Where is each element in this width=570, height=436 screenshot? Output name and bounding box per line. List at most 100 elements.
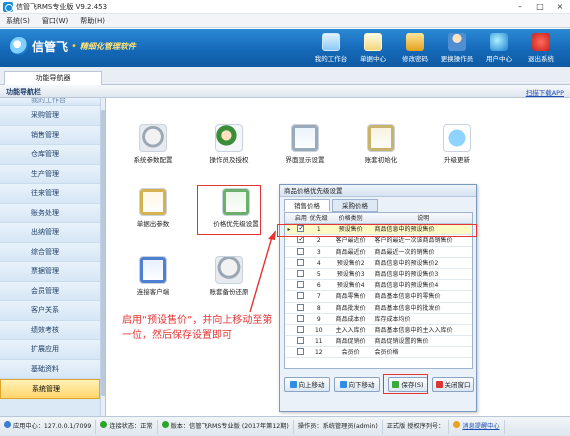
table-row[interactable]: 8 商品批发价 商品基本信息中的批发价: [285, 303, 472, 314]
sidebar-item-extensions[interactable]: 扩展应用: [0, 340, 100, 360]
toolbar-exit-button[interactable]: 退出系统: [520, 32, 562, 63]
status-app-center-text: 应用中心：127.0.0.1/7099: [13, 422, 92, 430]
toolbar-workstation-button[interactable]: 我的工作台: [310, 32, 352, 63]
table-row[interactable]: 10 主入入库价 商品基本信息中的主入入库价: [285, 325, 472, 337]
sidebar-item-workstation[interactable]: 我的工作台: [0, 98, 100, 106]
enabled-checkbox[interactable]: [297, 281, 305, 289]
enabled-cell[interactable]: [293, 280, 309, 290]
enabled-checkbox[interactable]: [297, 348, 305, 356]
toolbar-switch-operator-button[interactable]: 更换操作员: [436, 32, 478, 63]
description-cell: 商品基本信息中的主入入库价: [374, 326, 453, 334]
toolbar-document-center-button[interactable]: 单据中心: [352, 32, 394, 63]
move-up-button[interactable]: 向上移动: [284, 377, 330, 392]
scrollbar-thumb[interactable]: [101, 110, 105, 396]
sidebar-item-bookkeeping[interactable]: 账务处理: [0, 203, 100, 223]
enabled-checkbox[interactable]: [297, 337, 305, 345]
grid-header-row: 启用 优先级 价格类别 说明: [285, 213, 472, 225]
maximize-button[interactable]: □: [530, 0, 550, 13]
minimize-button[interactable]: –: [510, 0, 530, 13]
menu-bar: 系统(S) 窗口(W) 帮助(H): [0, 14, 570, 28]
enabled-cell[interactable]: [293, 303, 309, 313]
module-backup-restore[interactable]: 账套备份还原: [193, 256, 265, 296]
table-row[interactable]: 9 商品成本价 库存成本均价: [285, 314, 472, 325]
category-cell: 预设售价3: [336, 270, 365, 278]
table-row[interactable]: 6 预设售价4 商品信息中的预设售价4: [285, 280, 472, 292]
module-upgrade[interactable]: 升级更新: [421, 124, 493, 164]
sidebar-item-accounts[interactable]: 往来管理: [0, 184, 100, 204]
module-display-settings[interactable]: 界面显示设置: [269, 124, 341, 164]
tab-strip: 功能导航器: [0, 67, 570, 85]
enabled-cell[interactable]: [293, 258, 309, 268]
move-up-label: 向上移动: [298, 381, 325, 389]
sidebar-item-cashier[interactable]: 出纳管理: [0, 223, 100, 243]
enabled-checkbox[interactable]: [297, 258, 305, 266]
status-message-center[interactable]: 消息提醒中心: [449, 419, 505, 434]
module-client-connect[interactable]: 连接客户端: [117, 256, 189, 296]
enabled-checkbox[interactable]: [297, 325, 305, 333]
table-row[interactable]: 12 会员价 会员价格: [285, 347, 472, 359]
sidebar-scrollbar[interactable]: [100, 98, 105, 416]
sidebar-item-production[interactable]: 生产管理: [0, 164, 100, 184]
message-center-link[interactable]: 消息提醒中心: [462, 423, 499, 430]
enabled-cell[interactable]: [293, 291, 309, 301]
enabled-checkbox[interactable]: [297, 292, 305, 300]
menu-window[interactable]: 窗口(W): [36, 16, 74, 26]
close-window-button[interactable]: ×: [550, 0, 570, 13]
table-row[interactable]: 3 商品最近价 商品最近一次的销售价: [285, 247, 472, 258]
description-cell: 商品信息中的预设售价4: [374, 282, 439, 290]
scan-app-link[interactable]: 扫描下载APP: [526, 87, 564, 97]
module-label: 单据出参数: [136, 220, 170, 228]
module-system-params[interactable]: 系统参数配置: [117, 124, 189, 164]
enabled-cell[interactable]: [293, 269, 309, 279]
category-cell: 商品零售价: [335, 293, 366, 301]
enabled-checkbox[interactable]: [297, 303, 305, 311]
description-cell: 商品信息中的预设售价3: [374, 270, 439, 278]
menu-help[interactable]: 帮助(H): [74, 16, 111, 26]
globe-icon: [490, 33, 508, 51]
tab-sales-price[interactable]: 销售价格: [284, 199, 330, 212]
enabled-cell[interactable]: [293, 347, 309, 357]
module-document-params[interactable]: 单据出参数: [117, 188, 189, 228]
enabled-checkbox[interactable]: [297, 234, 305, 246]
sidebar-item-basic-data[interactable]: 基础资料: [0, 359, 100, 379]
enabled-cell[interactable]: [293, 247, 309, 257]
enabled-cell[interactable]: [293, 325, 309, 335]
enabled-checkbox[interactable]: [297, 314, 305, 322]
status-connection-text: 连接状态：正常: [109, 422, 153, 430]
close-label: 关闭窗口: [444, 381, 471, 389]
menu-system[interactable]: 系统(S): [0, 16, 36, 26]
sidebar-item-members[interactable]: 会员管理: [0, 281, 100, 301]
column-enabled: 启用: [294, 215, 307, 222]
enabled-cell[interactable]: [293, 314, 309, 324]
sidebar-item-system[interactable]: 系统管理: [0, 379, 100, 399]
sidebar-item-warehouse[interactable]: 仓库管理: [0, 145, 100, 165]
sidebar-item-general[interactable]: 综合管理: [0, 242, 100, 262]
sidebar-item-purchase[interactable]: 采购管理: [0, 106, 100, 126]
enabled-checkbox[interactable]: [297, 247, 305, 255]
table-row[interactable]: 7 商品零售价 商品基本信息中的零售价: [285, 291, 472, 303]
toolbar-change-password-button[interactable]: 修改密码: [394, 32, 436, 63]
toolbar-label: 单据中心: [360, 55, 386, 63]
module-operator-auth[interactable]: 操作员及授权: [193, 124, 265, 164]
table-row[interactable]: 11 商品促销价 商品促销设置的售价: [285, 336, 472, 348]
module-account-init[interactable]: 账套初始化: [345, 124, 417, 164]
table-row[interactable]: 5 预设售价3 商品信息中的预设售价3: [285, 269, 472, 281]
sidebar-item-customer-relations[interactable]: 客户关系: [0, 301, 100, 321]
close-dialog-button[interactable]: 关闭窗口: [432, 377, 474, 392]
tab-purchase-price[interactable]: 采购价格: [332, 199, 378, 212]
move-down-button[interactable]: 向下移动: [334, 377, 380, 392]
row-indicator: [285, 258, 293, 268]
sidebar-item-invoices[interactable]: 票据管理: [0, 262, 100, 282]
window-controls: – □ ×: [510, 0, 570, 13]
module-label: 账套初始化: [364, 156, 398, 164]
enabled-cell[interactable]: [293, 336, 309, 346]
category-cell: 商品促销价: [335, 338, 366, 346]
enabled-checkbox[interactable]: [297, 269, 305, 277]
table-row[interactable]: 4 预设售价2 商品信息中的预设售价2: [285, 258, 472, 269]
toolbar-user-center-button[interactable]: 用户中心: [478, 32, 520, 63]
table-row[interactable]: 2客户最近价客户的最近一次该商品销售价: [285, 234, 472, 247]
tab-function-navigator[interactable]: 功能导航器: [4, 71, 102, 85]
sidebar-item-performance[interactable]: 绩效考核: [0, 320, 100, 340]
sidebar-item-sales[interactable]: 销售管理: [0, 125, 100, 145]
row-indicator: [285, 336, 293, 346]
